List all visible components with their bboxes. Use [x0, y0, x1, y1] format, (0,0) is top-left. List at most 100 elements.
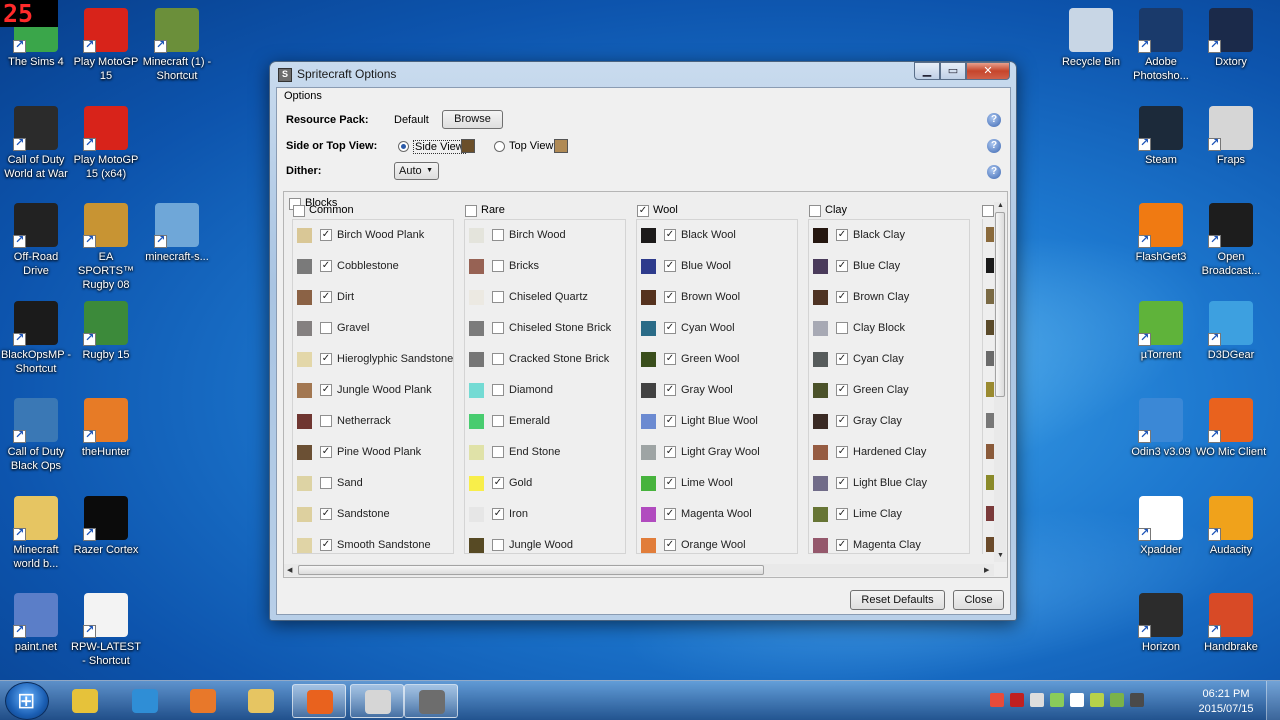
show-desktop-button[interactable]: [1266, 681, 1280, 720]
desktop-icon-utorrent[interactable]: µTorrent: [1125, 301, 1197, 362]
desktop-icon-xpadder[interactable]: Xpadder: [1125, 496, 1197, 557]
side-view-label[interactable]: Side View: [413, 140, 466, 154]
block-item[interactable]: ✓ Hardened Clay: [809, 445, 969, 461]
block-item[interactable]: Diamond: [465, 383, 625, 399]
block-checkbox[interactable]: ✓: [836, 229, 848, 241]
block-checkbox[interactable]: ✓: [836, 291, 848, 303]
block-checkbox[interactable]: ✓: [320, 539, 332, 551]
dither-select[interactable]: Auto ▼: [394, 162, 439, 180]
block-checkbox[interactable]: ✓: [320, 291, 332, 303]
block-checkbox[interactable]: ✓: [320, 260, 332, 272]
block-item[interactable]: ✓ Lime Wool: [637, 476, 797, 492]
desktop-icon-motogp-x64[interactable]: Play MotoGP 15 (x64): [70, 106, 142, 181]
block-item[interactable]: ✓ Magenta Clay: [809, 538, 969, 553]
block-checkbox[interactable]: [492, 415, 504, 427]
desktop-icon-offroad[interactable]: Off-Road Drive: [0, 203, 72, 278]
tray-icon[interactable]: [1030, 693, 1044, 707]
block-item[interactable]: ✓ Smooth Sandstone: [293, 538, 453, 553]
block-item[interactable]: ✓ Blue Wool: [637, 259, 797, 275]
block-checkbox[interactable]: ✓: [664, 260, 676, 272]
block-checkbox[interactable]: [492, 384, 504, 396]
desktop-icon-dxtory[interactable]: Dxtory: [1195, 8, 1267, 69]
desktop-icon-thehunter[interactable]: theHunter: [70, 398, 142, 459]
block-item[interactable]: ✓ Blue Clay: [809, 259, 969, 275]
scroll-left-icon[interactable]: ◀: [287, 566, 292, 574]
scroll-right-icon[interactable]: ▶: [984, 566, 989, 574]
column-checkbox-wool[interactable]: ✓: [637, 205, 649, 217]
block-item[interactable]: ✓ Iron: [465, 507, 625, 523]
block-checkbox[interactable]: ✓: [836, 260, 848, 272]
block-item[interactable]: Gravel: [293, 321, 453, 337]
horizontal-scroll-thumb[interactable]: [298, 565, 764, 575]
column-checkbox-clay[interactable]: [809, 205, 821, 217]
block-checkbox[interactable]: ✓: [664, 322, 676, 334]
block-item[interactable]: ✓ Sandstone: [293, 507, 453, 523]
block-checkbox[interactable]: ✓: [664, 508, 676, 520]
help-resource-icon[interactable]: ?: [987, 113, 1001, 127]
block-item[interactable]: Chiseled Stone Brick: [465, 321, 625, 337]
block-item[interactable]: ✓ Dirt: [293, 290, 453, 306]
column-checkbox-partial[interactable]: [982, 205, 994, 217]
block-item[interactable]: ✓ Black Wool: [637, 228, 797, 244]
block-checkbox[interactable]: ✓: [664, 446, 676, 458]
block-checkbox[interactable]: ✓: [664, 415, 676, 427]
block-checkbox[interactable]: ✓: [664, 291, 676, 303]
desktop-icon-razer[interactable]: Razer Cortex: [70, 496, 142, 557]
desktop-icon-rugby08[interactable]: EA SPORTS™ Rugby 08: [70, 203, 142, 292]
vertical-scrollbar[interactable]: ▲ ▼: [994, 202, 1006, 562]
block-checkbox[interactable]: [492, 539, 504, 551]
block-item[interactable]: ✓ Jungle Wood Plank: [293, 383, 453, 399]
minimize-button[interactable]: ▁: [914, 62, 940, 80]
column-checkbox-rare[interactable]: [465, 205, 477, 217]
tray-icon[interactable]: [1070, 693, 1084, 707]
help-dither-icon[interactable]: ?: [987, 165, 1001, 179]
tray-icon[interactable]: [1090, 693, 1104, 707]
desktop-icon-cod-waw[interactable]: Call of Duty World at War: [0, 106, 72, 181]
desktop-icon-image-file[interactable]: minecraft-s...: [141, 203, 213, 264]
clock[interactable]: 06:21 PM 2015/07/15: [1196, 687, 1256, 717]
block-checkbox[interactable]: ✓: [492, 508, 504, 520]
block-checkbox[interactable]: ✓: [320, 384, 332, 396]
block-item[interactable]: End Stone: [465, 445, 625, 461]
block-checkbox[interactable]: ✓: [836, 539, 848, 551]
side-view-radio[interactable]: [398, 141, 409, 152]
block-item[interactable]: ✓ Gold: [465, 476, 625, 492]
tray-icon[interactable]: [1010, 693, 1024, 707]
desktop-icon-motogp[interactable]: Play MotoGP 15: [70, 8, 142, 83]
block-checkbox[interactable]: [492, 353, 504, 365]
block-item[interactable]: ✓ Light Gray Wool: [637, 445, 797, 461]
desktop-icon-blackops-mp[interactable]: BlackOpsMP - Shortcut: [0, 301, 72, 376]
desktop-icon-handbrake[interactable]: Handbrake: [1195, 593, 1267, 654]
taskbar-explorer[interactable]: [234, 684, 288, 718]
block-checkbox[interactable]: ✓: [664, 353, 676, 365]
block-checkbox[interactable]: ✓: [664, 229, 676, 241]
tray-icon[interactable]: [990, 693, 1004, 707]
block-item[interactable]: ✓ Black Clay: [809, 228, 969, 244]
block-item[interactable]: Cracked Stone Brick: [465, 352, 625, 368]
start-button[interactable]: [5, 682, 49, 720]
block-item[interactable]: ✓ Cyan Wool: [637, 321, 797, 337]
tray-icon[interactable]: [1110, 693, 1124, 707]
browse-button[interactable]: Browse: [442, 110, 503, 129]
taskbar-fraps-taskbar[interactable]: [350, 684, 404, 718]
block-item[interactable]: Emerald: [465, 414, 625, 430]
block-checkbox[interactable]: ✓: [836, 384, 848, 396]
block-checkbox[interactable]: ✓: [664, 539, 676, 551]
taskbar-chrome[interactable]: [58, 684, 112, 718]
desktop-icon-flashget[interactable]: FlashGet3: [1125, 203, 1197, 264]
desktop-icon-paintnet[interactable]: paint.net: [0, 593, 72, 654]
block-item[interactable]: Clay Block: [809, 321, 969, 337]
desktop-icon-java-file[interactable]: RPW-LATEST - Shortcut: [70, 593, 142, 668]
desktop-icon-horizon[interactable]: Horizon: [1125, 593, 1197, 654]
block-checkbox[interactable]: ✓: [836, 353, 848, 365]
scroll-up-icon[interactable]: ▲: [997, 202, 1004, 209]
block-checkbox[interactable]: ✓: [320, 229, 332, 241]
block-checkbox[interactable]: ✓: [320, 353, 332, 365]
block-checkbox[interactable]: [492, 260, 504, 272]
block-checkbox[interactable]: [320, 477, 332, 489]
block-checkbox[interactable]: ✓: [836, 477, 848, 489]
vertical-scroll-thumb[interactable]: [995, 212, 1005, 397]
block-checkbox[interactable]: [492, 322, 504, 334]
block-checkbox[interactable]: ✓: [836, 508, 848, 520]
tray-icon[interactable]: [1130, 693, 1144, 707]
